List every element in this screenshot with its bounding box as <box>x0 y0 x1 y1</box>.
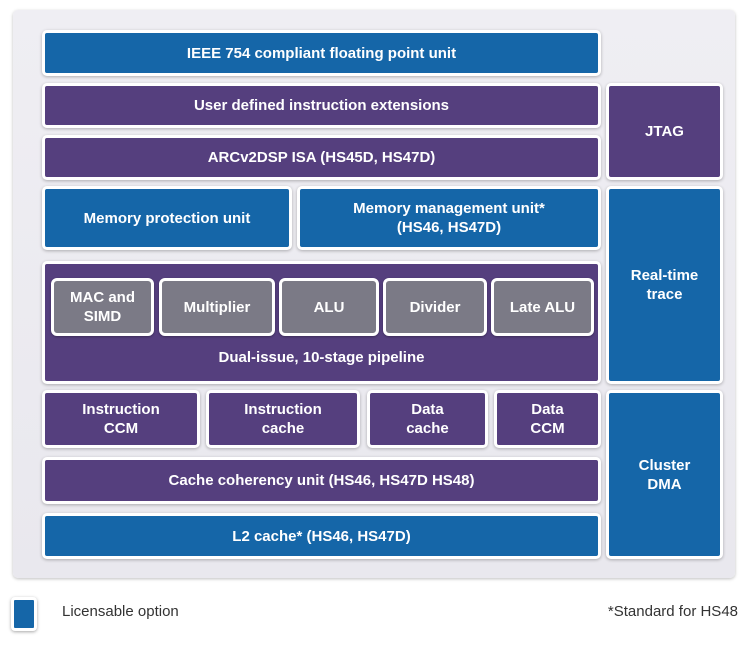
data-cache-label-line1: Data <box>411 401 444 418</box>
user-defined-extensions-label: User defined instruction extensions <box>193 97 450 114</box>
mpu-label: Memory protection unit <box>83 209 251 227</box>
multiplier-label: Multiplier <box>183 298 251 316</box>
l2-cache-block: L2 cache* (HS46, HS47D) <box>42 513 601 559</box>
arcv2dsp-block: ARCv2DSP ISA (HS45D, HS47D) <box>42 135 601 180</box>
licensable-option-swatch <box>11 597 37 631</box>
pipeline-block: MAC and SIMD Multiplier ALU Divider Late… <box>42 261 601 384</box>
divider-label: Divider <box>409 298 461 316</box>
pipeline-unit-late-alu: Late ALU <box>491 278 594 336</box>
memory-management-unit-block: Memory management unit* (HS46, HS47D) <box>297 186 601 250</box>
data-cache-block: Data cache <box>367 390 488 448</box>
data-ccm-label-line1: Data <box>531 401 564 418</box>
licensable-option-label: Licensable option <box>62 603 179 620</box>
data-ccm-block: Data CCM <box>494 390 601 448</box>
fpu-label: IEEE 754 compliant floating point unit <box>186 44 457 62</box>
mmu-label-line1: Memory management unit* <box>353 200 545 217</box>
realtime-trace-block: Real-time trace <box>606 186 723 384</box>
data-cache-label-line2: cache <box>406 420 449 437</box>
instruction-ccm-label-line1: Instruction <box>82 401 160 418</box>
realtime-trace-label-line2: trace <box>646 286 683 303</box>
footnote: *Standard for HS48 <box>607 603 738 620</box>
pipeline-unit-alu: ALU <box>279 278 379 336</box>
instruction-ccm-label-line2: CCM <box>103 420 139 437</box>
pipeline-unit-divider: Divider <box>383 278 487 336</box>
instruction-cache-label-line2: cache <box>261 420 305 437</box>
cluster-dma-block: Cluster DMA <box>606 390 723 559</box>
realtime-trace-label-line1: Real-time <box>630 267 699 284</box>
fpu-block: IEEE 754 compliant floating point unit <box>42 30 601 76</box>
cluster-dma-label-line2: DMA <box>647 475 682 493</box>
jtag-block: JTAG <box>606 83 723 180</box>
jtag-label: JTAG <box>645 123 684 140</box>
cache-coherency-unit-block: Cache coherency unit (HS46, HS47D HS48) <box>42 457 601 504</box>
l2-cache-label: L2 cache* (HS46, HS47D) <box>232 527 411 545</box>
pipeline-unit-mac-simd: MAC and SIMD <box>51 278 154 336</box>
data-ccm-label-line2: CCM <box>530 420 565 437</box>
pipeline-label: Dual-issue, 10-stage pipeline <box>218 349 425 366</box>
mmu-label-line2: (HS46, HS47D) <box>396 219 502 236</box>
mac-simd-label-line2: SIMD <box>83 308 122 325</box>
instruction-cache-block: Instruction cache <box>206 390 360 448</box>
pipeline-unit-multiplier: Multiplier <box>159 278 275 336</box>
cluster-dma-label-line1: Cluster <box>638 456 691 474</box>
instruction-ccm-block: Instruction CCM <box>42 390 200 448</box>
memory-protection-unit-block: Memory protection unit <box>42 186 292 250</box>
arcv2dsp-label: ARCv2DSP ISA (HS45D, HS47D) <box>207 149 436 166</box>
instruction-cache-label-line1: Instruction <box>244 401 322 418</box>
alu-label: ALU <box>313 298 345 316</box>
user-defined-extensions-block: User defined instruction extensions <box>42 83 601 128</box>
mac-simd-label-line1: MAC and <box>70 289 135 306</box>
late-alu-label: Late ALU <box>509 298 576 316</box>
cache-coherency-label: Cache coherency unit (HS46, HS47D HS48) <box>168 472 475 489</box>
